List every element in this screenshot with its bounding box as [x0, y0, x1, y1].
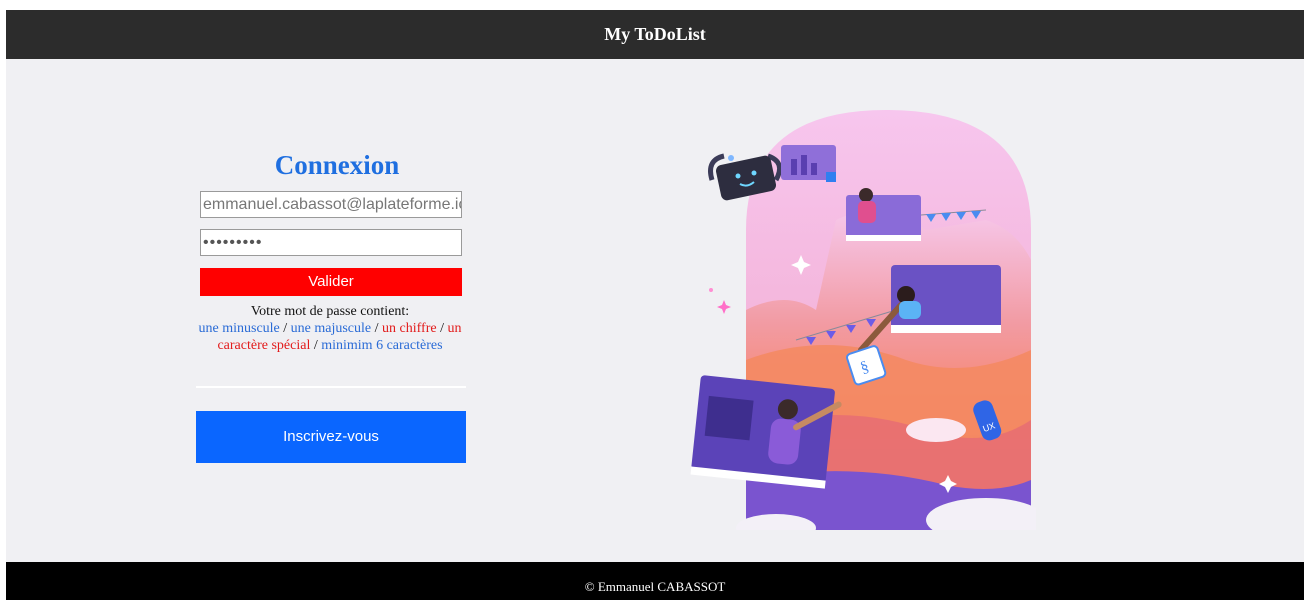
password-value: ••••••••• [203, 234, 263, 251]
footer-copyright: © Emmanuel CABASSOT [584, 579, 726, 594]
collaboration-illustration: § UX [690, 110, 1036, 530]
password-intro: Votre mot de passe contient: [250, 304, 410, 319]
rule-digit: un chiffre [382, 321, 437, 336]
rule-lowercase: une minuscule [198, 321, 280, 336]
rule-separator: / [436, 321, 448, 336]
form-divider [196, 386, 466, 388]
rule-separator: / [279, 321, 291, 336]
app-title: My ToDoList [604, 24, 706, 44]
rule-uppercase: une majuscule [290, 321, 372, 336]
password-requirements: Votre mot de passe contient: une minuscu… [188, 303, 472, 354]
submit-button[interactable]: Valider [200, 268, 462, 296]
rule-min-length: minimim 6 caractères [321, 338, 443, 353]
rule-separator: / [310, 338, 322, 353]
signup-button[interactable]: Inscrivez-vous [196, 411, 466, 463]
app-frame: My ToDoList Connexion emmanuel.cabassot@… [6, 10, 1304, 600]
rule-separator: / [371, 321, 383, 336]
app-footer: © Emmanuel CABASSOT [6, 562, 1304, 600]
password-input[interactable]: ••••••••• [200, 229, 462, 256]
app-header: My ToDoList [6, 10, 1304, 59]
email-input[interactable]: emmanuel.cabassot@laplateforme.io [200, 191, 462, 218]
login-title: Connexion [274, 150, 400, 180]
email-value: emmanuel.cabassot@laplateforme.io [203, 196, 462, 213]
